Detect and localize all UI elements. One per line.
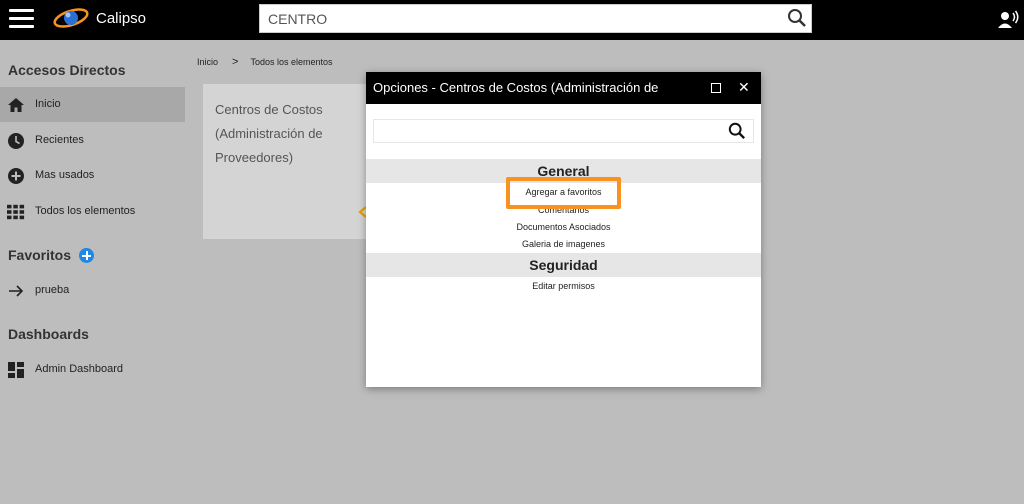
arrow-right-icon bbox=[9, 285, 24, 297]
sidebar-item-label: Recientes bbox=[35, 134, 84, 146]
sidebar-item-label: Mas usados bbox=[35, 169, 95, 181]
option-agregar-favoritos[interactable]: Agregar a favoritos bbox=[366, 187, 761, 197]
breadcrumb-current: Todos los elementos bbox=[250, 57, 333, 67]
favorites-header: Favoritos bbox=[8, 247, 72, 263]
favorite-star-icon bbox=[358, 206, 366, 218]
search-input[interactable] bbox=[260, 5, 780, 32]
search-icon[interactable] bbox=[728, 122, 746, 140]
top-bar: Calipso bbox=[0, 0, 1024, 40]
breadcrumb: Inicio > Todos los elementos bbox=[197, 56, 333, 68]
modal-title: Opciones - Centros de Costos (Administra… bbox=[373, 80, 659, 95]
menu-icon[interactable] bbox=[9, 9, 34, 29]
option-documentos-asociados[interactable]: Documentos Asociados bbox=[366, 222, 761, 232]
item-card[interactable]: Centros de Costos (Administración de Pro… bbox=[203, 84, 368, 239]
option-galeria-imagenes[interactable]: Galeria de imagenes bbox=[366, 239, 761, 249]
plus-circle-icon bbox=[8, 168, 24, 184]
sidebar-item-label: Admin Dashboard bbox=[35, 363, 124, 375]
dashboard-icon bbox=[8, 362, 24, 378]
sidebar-item-admin-dashboard[interactable]: Admin Dashboard bbox=[0, 352, 185, 387]
breadcrumb-separator: > bbox=[232, 56, 239, 68]
sidebar-item-label: Inicio bbox=[35, 98, 61, 110]
options-modal: Opciones - Centros de Costos (Administra… bbox=[366, 72, 761, 387]
home-icon bbox=[8, 98, 24, 112]
sidebar-item-inicio[interactable]: Inicio bbox=[0, 87, 185, 122]
add-favorite-button[interactable] bbox=[79, 248, 94, 263]
option-editar-permisos[interactable]: Editar permisos bbox=[366, 281, 761, 291]
clock-icon bbox=[8, 133, 24, 149]
maximize-icon[interactable] bbox=[711, 83, 721, 93]
card-title: Centros de Costos (Administración de Pro… bbox=[215, 102, 323, 165]
modal-header: Opciones - Centros de Costos (Administra… bbox=[366, 72, 761, 104]
app-title: Calipso bbox=[96, 10, 147, 27]
section-general-header: General bbox=[366, 159, 761, 183]
section-seguridad-header: Seguridad bbox=[366, 253, 761, 277]
close-icon[interactable]: ✕ bbox=[738, 79, 750, 96]
dashboards-header: Dashboards bbox=[8, 326, 89, 342]
sidebar-item-mas-usados[interactable]: Mas usados bbox=[0, 158, 185, 193]
sidebar-item-todos[interactable]: Todos los elementos bbox=[0, 194, 185, 229]
sidebar: Accesos Directos Inicio Recientes Mas us… bbox=[0, 40, 186, 504]
shortcuts-header: Accesos Directos bbox=[8, 62, 126, 78]
sidebar-item-recientes[interactable]: Recientes bbox=[0, 123, 185, 158]
sidebar-item-label: prueba bbox=[35, 284, 70, 296]
breadcrumb-home[interactable]: Inicio bbox=[197, 57, 218, 67]
search-icon[interactable] bbox=[787, 8, 807, 28]
sidebar-item-prueba[interactable]: prueba bbox=[0, 273, 185, 308]
option-comentarios[interactable]: Comentarios bbox=[366, 205, 761, 215]
user-voice-icon[interactable] bbox=[998, 9, 1020, 29]
modal-search-input[interactable] bbox=[374, 120, 714, 142]
grid-icon bbox=[7, 204, 25, 220]
sidebar-item-label: Todos los elementos bbox=[35, 205, 136, 217]
modal-search[interactable] bbox=[373, 119, 754, 143]
global-search[interactable] bbox=[259, 4, 812, 33]
calipso-logo bbox=[53, 8, 89, 28]
